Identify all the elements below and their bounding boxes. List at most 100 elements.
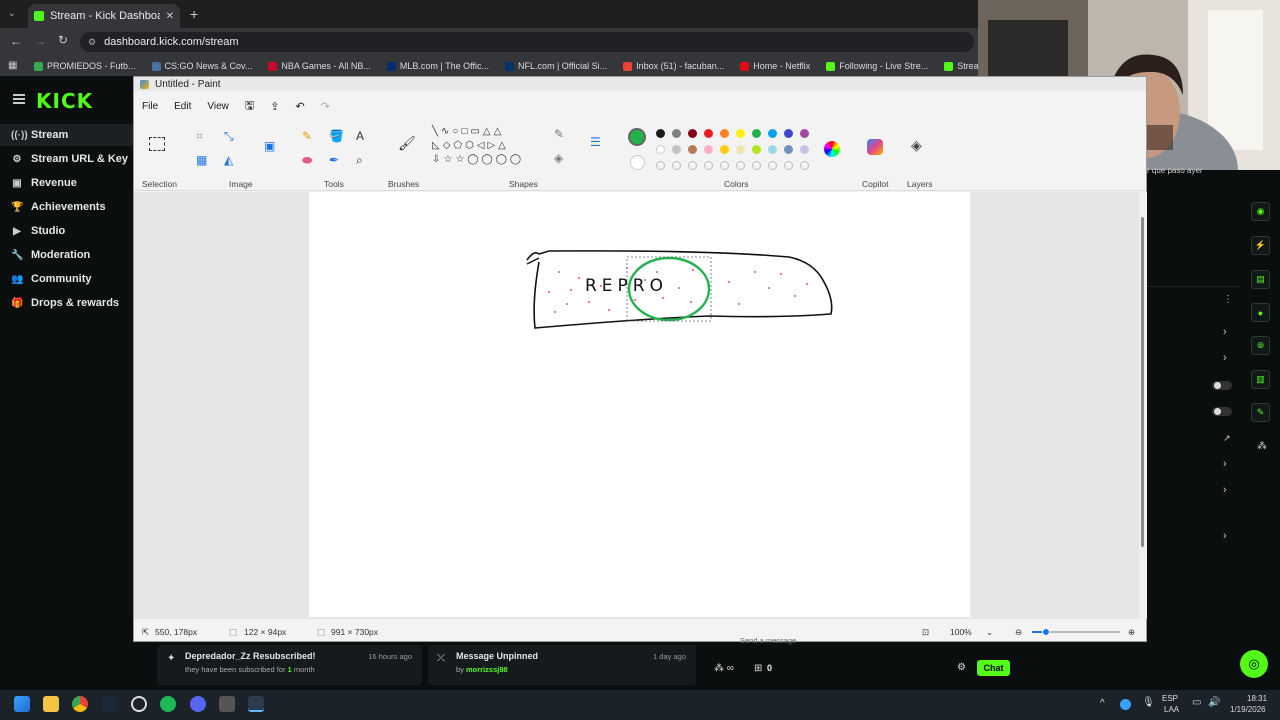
tab-list-chevron-icon[interactable]: ⌄: [8, 8, 16, 19]
zoom-out-icon[interactable]: ⊖: [1015, 627, 1022, 638]
tray-app-icon[interactable]: [1120, 699, 1131, 710]
monitor-icon[interactable]: ▭: [1192, 697, 1201, 708]
bookmark-item[interactable]: NFL.com | Official Si...: [499, 61, 613, 71]
color-swatch[interactable]: [672, 129, 681, 138]
sidebar-item-studio[interactable]: ▶ Studio: [0, 220, 133, 242]
color-swatch[interactable]: [768, 145, 777, 154]
color-swatch[interactable]: [656, 129, 665, 138]
rotate-icon[interactable]: ◭: [224, 153, 233, 167]
custom-color-slot[interactable]: [704, 161, 713, 170]
pencil-icon[interactable]: ✎: [302, 129, 312, 143]
new-tab-icon[interactable]: +: [190, 6, 198, 22]
store-icon[interactable]: ⊞: [754, 663, 762, 674]
bookmark-item[interactable]: PROMIEDOS - Futb...: [28, 61, 142, 71]
custom-color-slot[interactable]: [736, 161, 745, 170]
sidebar-item-stream-url-key[interactable]: ⚙ Stream URL & Key: [0, 148, 133, 170]
support-icon[interactable]: ◎: [1240, 650, 1268, 678]
kick-logo[interactable]: KICK: [36, 89, 93, 113]
discord-icon[interactable]: [190, 696, 206, 712]
color-swatch[interactable]: [784, 145, 793, 154]
spotify-icon[interactable]: [160, 696, 176, 712]
color-swatch[interactable]: [736, 145, 745, 154]
steam-icon[interactable]: [101, 696, 117, 712]
tray-chevron-icon[interactable]: ^: [1100, 698, 1105, 709]
language-top[interactable]: ESP: [1162, 694, 1178, 703]
chart-icon[interactable]: ↗: [1223, 433, 1231, 444]
community-icon[interactable]: ⁂: [1257, 441, 1267, 452]
reload-icon[interactable]: ↻: [58, 33, 68, 47]
bookmark-item[interactable]: MLB.com | The Offic...: [381, 61, 495, 71]
document-icon[interactable]: ▤: [1251, 270, 1270, 289]
zoom-slider[interactable]: [1032, 628, 1120, 636]
clock-date[interactable]: 1/19/2026: [1230, 705, 1266, 714]
chat-emote-icon[interactable]: ⁂ ∞: [714, 663, 734, 674]
custom-color-slot[interactable]: [688, 161, 697, 170]
shapes-gallery[interactable]: ╲∿○□▭△△ ◺◇⬠⬡◁▷△ ⇩☆☆◯◯◯◯: [432, 125, 542, 169]
chrome-icon[interactable]: [72, 696, 88, 712]
toggle-switch[interactable]: [1212, 381, 1232, 390]
chat-settings-icon[interactable]: ⚙: [957, 662, 966, 673]
expand-chevron-icon[interactable]: ›: [1223, 326, 1227, 338]
selection-tool-icon[interactable]: [149, 137, 165, 151]
expand-chevron-icon[interactable]: ›: [1223, 484, 1227, 496]
file-explorer-icon[interactable]: [43, 696, 59, 712]
copilot-icon[interactable]: [867, 139, 883, 155]
outline-icon[interactable]: ✎: [554, 127, 564, 141]
expand-chevron-icon[interactable]: ›: [1223, 458, 1227, 470]
bookmark-item[interactable]: CS:GO News & Cov...: [146, 61, 259, 71]
color-swatch[interactable]: [736, 129, 745, 138]
sidebar-item-moderation[interactable]: 🔧 Moderation: [0, 244, 133, 266]
custom-color-slot[interactable]: [672, 161, 681, 170]
color-swatch[interactable]: [800, 145, 809, 154]
sidebar-item-community[interactable]: 👥 Community: [0, 268, 133, 290]
custom-color-slot[interactable]: [784, 161, 793, 170]
expand-chevron-icon[interactable]: ›: [1223, 352, 1227, 364]
save-icon[interactable]: 🖫: [237, 97, 262, 116]
tools-icon[interactable]: ✎: [1251, 403, 1270, 422]
screenshot-icon[interactable]: ◉: [1251, 202, 1270, 221]
apps-grid-icon[interactable]: ▦: [8, 60, 17, 71]
close-tab-icon[interactable]: ✕: [166, 11, 174, 22]
custom-color-slot[interactable]: [720, 161, 729, 170]
more-options-icon[interactable]: ⋮: [1223, 294, 1233, 305]
color-swatch[interactable]: [768, 129, 777, 138]
menu-icon[interactable]: [13, 94, 25, 104]
custom-color-slot[interactable]: [752, 161, 761, 170]
undo-icon[interactable]: ↶: [287, 100, 312, 113]
color-swatch[interactable]: [720, 129, 729, 138]
color-swatch[interactable]: [720, 145, 729, 154]
magnifier-icon[interactable]: ⌕: [356, 153, 363, 168]
toggle-switch[interactable]: [1212, 407, 1232, 416]
sidebar-item-drops-rewards[interactable]: 🎁 Drops & rewards: [0, 292, 133, 314]
app-icon[interactable]: [219, 696, 235, 712]
color-swatch[interactable]: [672, 145, 681, 154]
expand-chevron-icon[interactable]: ›: [1223, 530, 1227, 542]
share-icon[interactable]: ⇪: [262, 100, 287, 113]
primary-color-swatch[interactable]: [628, 128, 646, 146]
bookmark-item[interactable]: NBA Games - All NB...: [262, 61, 377, 71]
color-swatch[interactable]: [656, 145, 665, 154]
sidebar-item-stream[interactable]: ((·)) Stream: [0, 124, 133, 146]
fill-icon[interactable]: 🪣: [329, 129, 344, 143]
image-background-icon[interactable]: ▣: [264, 139, 275, 153]
microphone-icon[interactable]: 🎙: [1142, 697, 1155, 708]
secondary-color-swatch[interactable]: [630, 155, 645, 170]
sidebar-item-achievements[interactable]: 🏆 Achievements: [0, 196, 133, 218]
menu-edit[interactable]: Edit: [166, 101, 199, 112]
flash-icon[interactable]: ⚡: [1251, 236, 1270, 255]
custom-color-slot[interactable]: [768, 161, 777, 170]
size-icon[interactable]: ☰: [590, 135, 601, 149]
text-icon[interactable]: A: [356, 129, 364, 143]
site-info-icon[interactable]: ⚙: [88, 37, 96, 48]
layers-icon[interactable]: ◈: [911, 137, 922, 154]
bookmark-item[interactable]: Following - Live Stre...: [820, 61, 934, 71]
address-bar[interactable]: ⚙ dashboard.kick.com/stream: [80, 32, 974, 52]
color-swatch[interactable]: [688, 145, 697, 154]
language-bottom[interactable]: LAA: [1164, 705, 1179, 714]
resize-icon[interactable]: ⤡: [224, 129, 234, 144]
color-swatch[interactable]: [800, 129, 809, 138]
color-picker-icon[interactable]: ✒: [329, 153, 339, 167]
redo-icon[interactable]: ↷: [313, 100, 338, 113]
clock-time[interactable]: 18:31: [1247, 694, 1267, 703]
edit-colors-icon[interactable]: [824, 141, 840, 157]
